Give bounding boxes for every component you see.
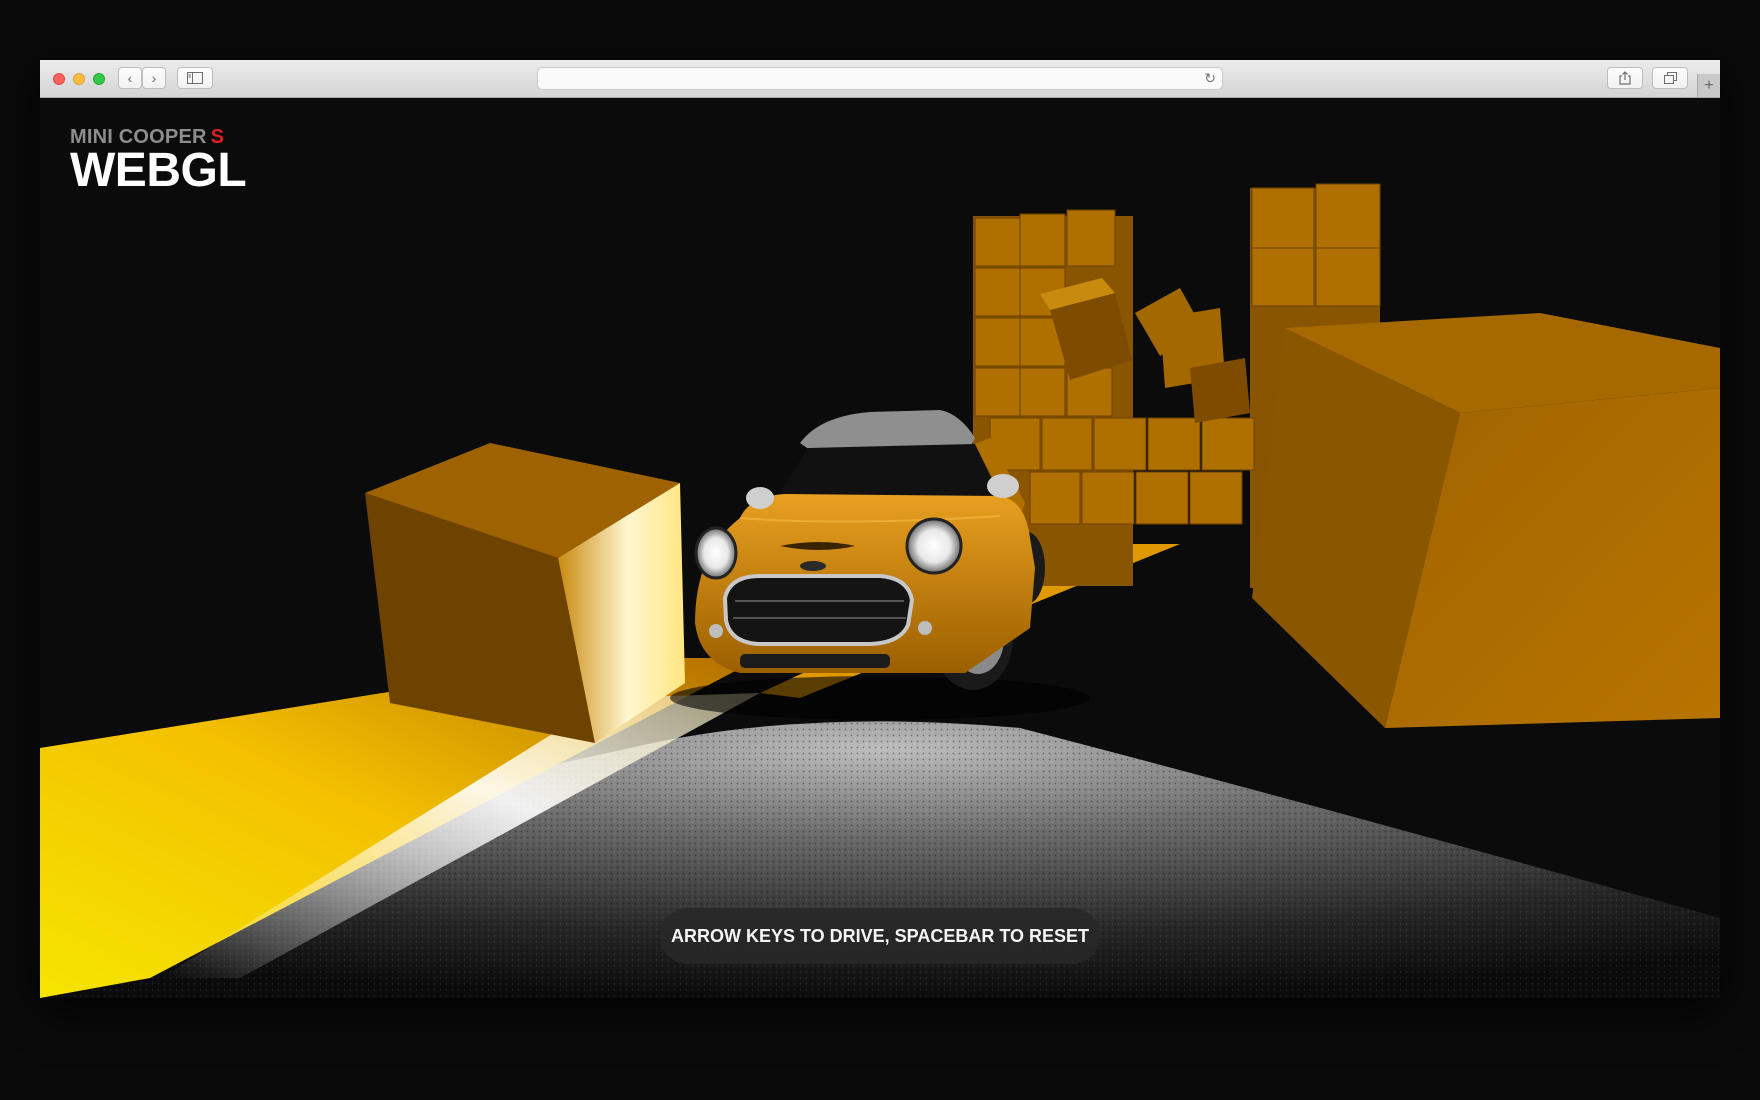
browser-toolbar: ‹ › ↻ +	[40, 60, 1720, 98]
address-bar[interactable]: ↻	[537, 67, 1223, 90]
zoom-window-button[interactable]	[93, 73, 105, 85]
plus-icon: +	[1704, 76, 1714, 94]
brand-title: WEBGL	[70, 144, 247, 197]
large-box-right	[1252, 313, 1720, 728]
sidebar-button[interactable]	[177, 67, 213, 89]
chevron-right-icon: ›	[151, 70, 157, 86]
back-button[interactable]: ‹	[118, 67, 142, 89]
close-window-button[interactable]	[53, 73, 65, 85]
tabs-overview-icon	[1663, 72, 1677, 84]
share-icon	[1619, 71, 1631, 85]
controls-hint: ARROW KEYS TO DRIVE, SPACEBAR TO RESET	[660, 908, 1100, 964]
tabs-overview-button[interactable]	[1652, 67, 1688, 89]
sidebar-icon	[187, 72, 203, 84]
share-button[interactable]	[1607, 67, 1643, 89]
controls-hint-text: ARROW KEYS TO DRIVE, SPACEBAR TO RESET	[670, 925, 1090, 946]
minimize-window-button[interactable]	[73, 73, 85, 85]
webgl-scene[interactable]	[40, 98, 1720, 998]
reload-icon[interactable]: ↻	[1204, 70, 1216, 87]
brand-logo: MINI COOPER S WEBGL	[70, 126, 247, 197]
chevron-left-icon: ‹	[127, 70, 133, 86]
webgl-viewport[interactable]: MINI COOPER S WEBGL ARROW KEYS TO DRIVE, …	[40, 98, 1720, 998]
forward-button[interactable]: ›	[142, 67, 166, 89]
new-tab-button[interactable]: +	[1697, 74, 1720, 97]
browser-window: ‹ › ↻ + MINI COOPER S WEBGL ARROW KEYS T…	[40, 60, 1720, 998]
tilted-box-left	[365, 443, 685, 743]
